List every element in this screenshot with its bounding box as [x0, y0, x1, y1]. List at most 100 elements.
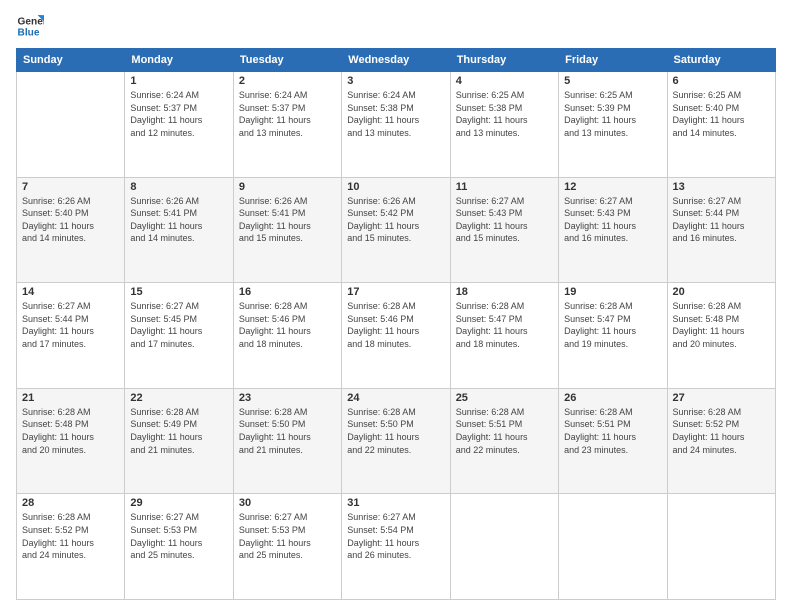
calendar-cell: 9Sunrise: 6:26 AMSunset: 5:41 PMDaylight… [233, 177, 341, 283]
day-number: 3 [347, 75, 444, 87]
day-number: 2 [239, 75, 336, 87]
day-number: 7 [22, 181, 119, 193]
calendar-cell: 12 Sunrise: 6:27 AMSunset: 5:43 PMDayligh… [559, 177, 667, 283]
calendar-week-row: 28 Sunrise: 6:28 AMSunset: 5:52 PMDayligh… [17, 494, 776, 600]
calendar-week-row: 21 Sunrise: 6:28 AMSunset: 5:48 PMDayligh… [17, 388, 776, 494]
calendar-week-row: 7 Sunrise: 6:26 AMSunset: 5:40 PMDaylight… [17, 177, 776, 283]
calendar-day-header: Monday [125, 49, 233, 72]
calendar-cell: 11 Sunrise: 6:27 AMSunset: 5:43 PMDayligh… [450, 177, 558, 283]
day-number: 27 [673, 392, 770, 404]
day-info: Sunrise: 6:27 AMSunset: 5:53 PMDaylight:… [239, 511, 336, 561]
calendar-table: SundayMondayTuesdayWednesdayThursdayFrid… [16, 48, 776, 600]
day-info: Sunrise: 6:26 AMSunset: 5:40 PMDaylight:… [22, 195, 119, 245]
day-info: Sunrise: 6:27 AMSunset: 5:45 PMDaylight:… [130, 300, 227, 350]
calendar-cell: 24Sunrise: 6:28 AMSunset: 5:50 PMDayligh… [342, 388, 450, 494]
day-number: 20 [673, 286, 770, 298]
calendar-cell: 25 Sunrise: 6:28 AMSunset: 5:51 PMDayligh… [450, 388, 558, 494]
day-number: 15 [130, 286, 227, 298]
logo: General Blue [16, 12, 48, 40]
day-info: Sunrise: 6:28 AMSunset: 5:48 PMDaylight:… [673, 300, 770, 350]
day-number: 1 [130, 75, 227, 87]
day-info: Sunrise: 6:27 AMSunset: 5:43 PMDaylight:… [456, 195, 553, 245]
calendar-cell: 27Sunrise: 6:28 AMSunset: 5:52 PMDayligh… [667, 388, 775, 494]
logo-icon: General Blue [16, 12, 44, 40]
header: General Blue [16, 12, 776, 40]
day-info: Sunrise: 6:28 AMSunset: 5:47 PMDaylight:… [456, 300, 553, 350]
calendar-day-header: Wednesday [342, 49, 450, 72]
day-number: 18 [456, 286, 553, 298]
calendar-cell: 30 Sunrise: 6:27 AMSunset: 5:53 PMDayligh… [233, 494, 341, 600]
day-info: Sunrise: 6:24 AMSunset: 5:37 PMDaylight:… [239, 89, 336, 139]
day-number: 28 [22, 497, 119, 509]
day-number: 10 [347, 181, 444, 193]
day-info: Sunrise: 6:28 AMSunset: 5:48 PMDaylight:… [22, 406, 119, 456]
calendar-week-row: 1 Sunrise: 6:24 AMSunset: 5:37 PMDaylight… [17, 72, 776, 178]
calendar-cell: 5 Sunrise: 6:25 AMSunset: 5:39 PMDaylight… [559, 72, 667, 178]
calendar-cell: 10 Sunrise: 6:26 AMSunset: 5:42 PMDayligh… [342, 177, 450, 283]
calendar-cell: 26 Sunrise: 6:28 AMSunset: 5:51 PMDayligh… [559, 388, 667, 494]
day-info: Sunrise: 6:24 AMSunset: 5:37 PMDaylight:… [130, 89, 227, 139]
calendar-header-row: SundayMondayTuesdayWednesdayThursdayFrid… [17, 49, 776, 72]
day-number: 14 [22, 286, 119, 298]
calendar-cell: 8 Sunrise: 6:26 AMSunset: 5:41 PMDaylight… [125, 177, 233, 283]
day-number: 8 [130, 181, 227, 193]
day-number: 4 [456, 75, 553, 87]
day-info: Sunrise: 6:25 AMSunset: 5:40 PMDaylight:… [673, 89, 770, 139]
day-info: Sunrise: 6:28 AMSunset: 5:52 PMDaylight:… [22, 511, 119, 561]
calendar-cell: 19Sunrise: 6:28 AMSunset: 5:47 PMDayligh… [559, 283, 667, 389]
day-number: 13 [673, 181, 770, 193]
day-info: Sunrise: 6:28 AMSunset: 5:49 PMDaylight:… [130, 406, 227, 456]
day-info: Sunrise: 6:26 AMSunset: 5:41 PMDaylight:… [130, 195, 227, 245]
day-number: 9 [239, 181, 336, 193]
day-info: Sunrise: 6:25 AMSunset: 5:39 PMDaylight:… [564, 89, 661, 139]
day-number: 31 [347, 497, 444, 509]
day-info: Sunrise: 6:28 AMSunset: 5:46 PMDaylight:… [347, 300, 444, 350]
day-number: 12 [564, 181, 661, 193]
day-info: Sunrise: 6:28 AMSunset: 5:46 PMDaylight:… [239, 300, 336, 350]
calendar-cell: 15 Sunrise: 6:27 AMSunset: 5:45 PMDayligh… [125, 283, 233, 389]
day-info: Sunrise: 6:27 AMSunset: 5:43 PMDaylight:… [564, 195, 661, 245]
calendar-cell: 23 Sunrise: 6:28 AMSunset: 5:50 PMDayligh… [233, 388, 341, 494]
page: General Blue SundayMondayTuesdayWednesda… [0, 0, 792, 612]
calendar-cell: 2 Sunrise: 6:24 AMSunset: 5:37 PMDaylight… [233, 72, 341, 178]
calendar-day-header: Thursday [450, 49, 558, 72]
day-number: 23 [239, 392, 336, 404]
calendar-cell [450, 494, 558, 600]
day-info: Sunrise: 6:27 AMSunset: 5:44 PMDaylight:… [22, 300, 119, 350]
day-info: Sunrise: 6:28 AMSunset: 5:47 PMDaylight:… [564, 300, 661, 350]
calendar-cell [17, 72, 125, 178]
calendar-cell: 18 Sunrise: 6:28 AMSunset: 5:47 PMDayligh… [450, 283, 558, 389]
calendar-cell: 4 Sunrise: 6:25 AMSunset: 5:38 PMDaylight… [450, 72, 558, 178]
day-number: 22 [130, 392, 227, 404]
calendar-cell: 21 Sunrise: 6:28 AMSunset: 5:48 PMDayligh… [17, 388, 125, 494]
day-number: 24 [347, 392, 444, 404]
calendar-cell: 17Sunrise: 6:28 AMSunset: 5:46 PMDayligh… [342, 283, 450, 389]
calendar-day-header: Friday [559, 49, 667, 72]
day-number: 25 [456, 392, 553, 404]
day-number: 11 [456, 181, 553, 193]
calendar-week-row: 14 Sunrise: 6:27 AMSunset: 5:44 PMDayligh… [17, 283, 776, 389]
calendar-cell: 13Sunrise: 6:27 AMSunset: 5:44 PMDayligh… [667, 177, 775, 283]
day-info: Sunrise: 6:28 AMSunset: 5:50 PMDaylight:… [239, 406, 336, 456]
calendar-day-header: Tuesday [233, 49, 341, 72]
day-info: Sunrise: 6:24 AMSunset: 5:38 PMDaylight:… [347, 89, 444, 139]
day-info: Sunrise: 6:28 AMSunset: 5:51 PMDaylight:… [456, 406, 553, 456]
calendar-cell [559, 494, 667, 600]
day-number: 26 [564, 392, 661, 404]
calendar-day-header: Saturday [667, 49, 775, 72]
calendar-cell: 22 Sunrise: 6:28 AMSunset: 5:49 PMDayligh… [125, 388, 233, 494]
day-info: Sunrise: 6:27 AMSunset: 5:54 PMDaylight:… [347, 511, 444, 561]
calendar-cell: 29Sunrise: 6:27 AMSunset: 5:53 PMDayligh… [125, 494, 233, 600]
calendar-cell: 1 Sunrise: 6:24 AMSunset: 5:37 PMDaylight… [125, 72, 233, 178]
day-number: 5 [564, 75, 661, 87]
day-info: Sunrise: 6:27 AMSunset: 5:53 PMDaylight:… [130, 511, 227, 561]
day-info: Sunrise: 6:26 AMSunset: 5:42 PMDaylight:… [347, 195, 444, 245]
calendar-cell: 6Sunrise: 6:25 AMSunset: 5:40 PMDaylight… [667, 72, 775, 178]
day-number: 21 [22, 392, 119, 404]
calendar-cell: 28 Sunrise: 6:28 AMSunset: 5:52 PMDayligh… [17, 494, 125, 600]
calendar-cell: 16 Sunrise: 6:28 AMSunset: 5:46 PMDayligh… [233, 283, 341, 389]
day-number: 16 [239, 286, 336, 298]
day-info: Sunrise: 6:25 AMSunset: 5:38 PMDaylight:… [456, 89, 553, 139]
day-number: 30 [239, 497, 336, 509]
day-info: Sunrise: 6:28 AMSunset: 5:51 PMDaylight:… [564, 406, 661, 456]
